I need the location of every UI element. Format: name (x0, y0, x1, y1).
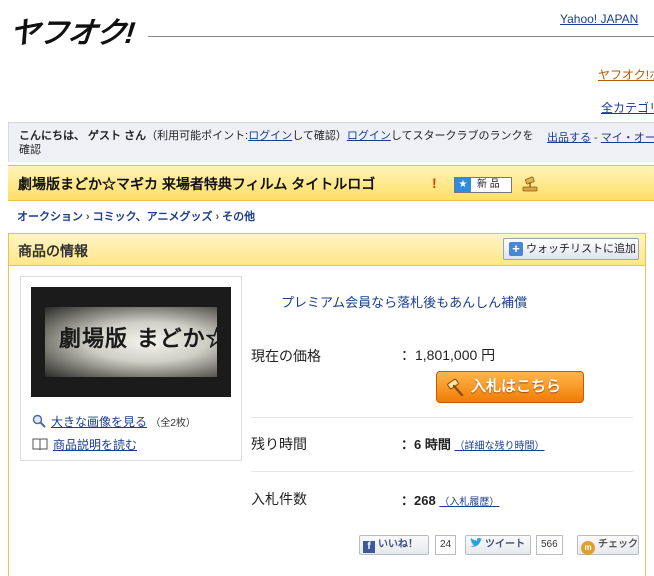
item-info-panel: 商品の情報 +ウォッチリストに追加 劇場版 まどか☆マギカ 大きな画像を見る （… (8, 233, 646, 576)
login-link-starclub[interactable]: ログイン (347, 130, 391, 142)
link-separator: - (591, 132, 601, 144)
remaining-time-value: ：6 時間 (401, 437, 451, 452)
row-divider (251, 471, 633, 472)
book-icon (32, 438, 48, 451)
login-link-points[interactable]: ログイン (248, 130, 292, 142)
chevron-right-icon: › (86, 211, 90, 223)
remaining-time-detail-link[interactable]: （詳細な残り時間） (454, 441, 544, 452)
item-thumbnail[interactable]: 劇場版 まどか☆マギカ (31, 287, 231, 397)
item-info-header: 商品の情報 + ウォッチリストに追加 (9, 234, 645, 266)
yahuoku-home-link[interactable]: ヤフオク!ホ (598, 66, 654, 83)
watchlist-label: ウォッチリストに追加 (526, 243, 636, 255)
premium-guarantee-link[interactable]: プレミアム会員なら落札後もあんしん補償 (281, 292, 527, 311)
facebook-like-button[interactable]: f いいね！ (359, 535, 429, 555)
bid-count-row: ：268 （入札履歴） (401, 490, 499, 509)
site-header: ヤフオク! Yahoo! JAPAN (0, 0, 654, 50)
greeting-hello: こんにちは、 ゲスト さん (19, 130, 147, 142)
description-row: 商品説明を読む (32, 436, 137, 453)
plus-icon: + (509, 242, 523, 256)
bid-count-value: ：268 (401, 493, 436, 508)
row-divider (251, 417, 633, 418)
bid-button[interactable]: 入札はこちら (436, 371, 584, 403)
new-item-badge: ★ 新 品 (454, 177, 512, 193)
check-icon: m (581, 541, 595, 555)
enlarge-image-link[interactable]: 大きな画像を見る (51, 415, 147, 429)
greeting-links: 出品する - マイ・オー (547, 129, 654, 145)
like-count: 24 (435, 535, 457, 555)
bid-button-label: 入札はこちら (471, 378, 562, 395)
star-icon: ★ (455, 178, 471, 192)
breadcrumb: オークション › コミック、アニメグッズ › その他 (17, 208, 255, 224)
image-count: （全2枚） (150, 418, 196, 429)
greeting-bar: こんにちは、 ゲスト さん（利用可能ポイント:ログインして確認）ログインしてスタ… (8, 122, 654, 162)
item-image-box: 劇場版 まどか☆マギカ 大きな画像を見る （全2枚） 商品説明を読む (20, 276, 242, 461)
facebook-icon: f (363, 541, 375, 553)
header-rule (148, 36, 654, 37)
greeting-text: こんにちは、 ゲスト さん（利用可能ポイント:ログインして確認）ログインしてスタ… (19, 129, 539, 157)
bid-count-label: 入札件数 (251, 491, 307, 507)
breadcrumb-other[interactable]: その他 (222, 211, 255, 223)
thumbnail-title-text: 劇場版 まどか☆マギカ (59, 326, 231, 352)
tweet-count: 566 (536, 535, 563, 555)
item-title: 劇場版まどか☆マギカ 来場者特典フィルム タイトルロゴ (18, 176, 376, 192)
exclamation-icon: ! (432, 175, 437, 191)
points-suffix: して確認） (292, 130, 347, 142)
new-badge-label: 新 品 (477, 179, 500, 190)
tweet-button[interactable]: ツイート (465, 535, 531, 555)
my-auction-link[interactable]: マイ・オー (601, 132, 654, 144)
chevron-right-icon: › (215, 211, 220, 223)
magnifier-icon (32, 414, 46, 428)
enlarge-image-row: 大きな画像を見る （全2枚） (32, 413, 196, 430)
check-label: チェック (598, 539, 638, 550)
tweet-label: ツイート (485, 539, 525, 550)
auction-hammer-icon (522, 176, 538, 192)
breadcrumb-auction[interactable]: オークション (17, 211, 83, 223)
read-description-link[interactable]: 商品説明を読む (53, 438, 137, 452)
remaining-time-label: 残り時間 (251, 436, 307, 452)
mixi-check-button[interactable]: m チェック (577, 535, 639, 555)
yahoo-japan-link[interactable]: Yahoo! JAPAN (560, 12, 638, 26)
like-label: いいね！ (378, 539, 418, 550)
points-prefix: （利用可能ポイント: (146, 130, 249, 142)
item-title-bar: 劇場版まどか☆マギカ 来場者特典フィルム タイトルロゴ ! ★ 新 品 (8, 165, 654, 201)
all-categories-link[interactable]: 全カテゴリ (601, 99, 654, 116)
item-info-title: 商品の情報 (18, 243, 88, 259)
breadcrumb-comic-anime[interactable]: コミック、アニメグッズ (93, 211, 213, 223)
gavel-icon (447, 378, 464, 397)
current-price-label: 現在の価格 (251, 348, 321, 364)
yahuoku-logo[interactable]: ヤフオク! (8, 8, 137, 52)
bid-history-link[interactable]: （入札履歴） (439, 497, 499, 508)
add-to-watchlist-button[interactable]: + ウォッチリストに追加 (503, 238, 639, 260)
remaining-time-row: ：6 時間 （詳細な残り時間） (401, 434, 544, 453)
twitter-bird-icon (470, 537, 482, 547)
sell-link[interactable]: 出品する (547, 132, 591, 144)
current-price-value: ：1,801,000 円 (401, 347, 496, 363)
